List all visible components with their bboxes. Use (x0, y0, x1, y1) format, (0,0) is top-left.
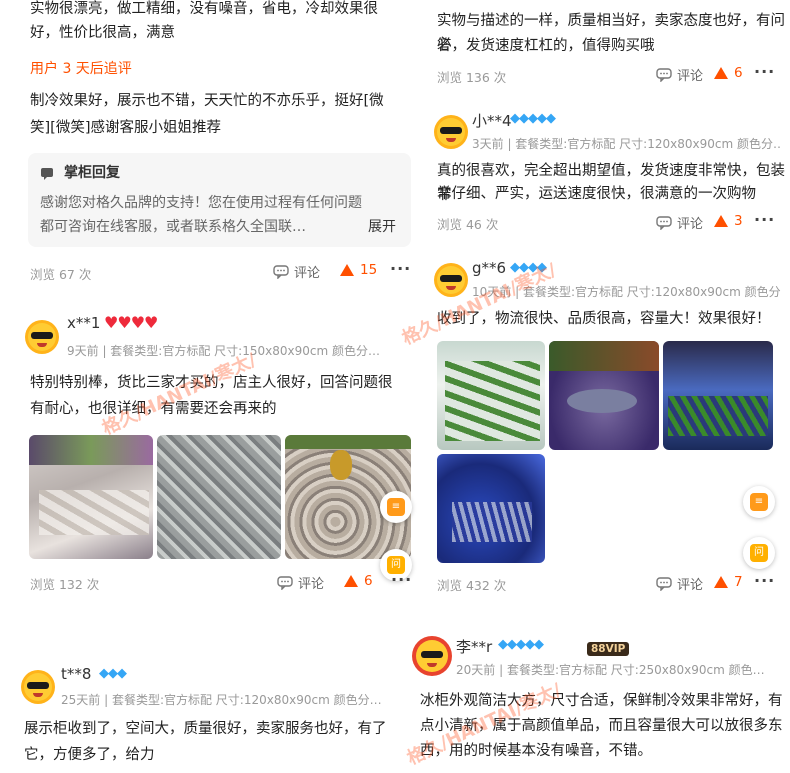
seller-reply-box: 掌柜回复 感谢您对格久品牌的支持！您在使用过程有任何问题 都可咨询在线客服，或者… (28, 153, 411, 247)
reviewer-nickname[interactable]: 小**4 (472, 110, 512, 131)
review-text: 实物很漂亮，做工精细，没有噪音，省电，冷却效果很 (30, 1, 378, 17)
review-text: 展示柜收到了，空间大，质量很好，卖家服务也好，有了 (24, 721, 387, 737)
avatar[interactable] (434, 263, 468, 297)
review-meta: 3天前 | 套餐类型:官方标配 尺寸:120x80x90cm 颜色分… (472, 137, 782, 151)
more-options-button[interactable]: ··· (390, 259, 411, 278)
review-photo[interactable] (437, 341, 545, 450)
review-text: 有耐心，也很详细，有需要还会再来的 (30, 401, 277, 417)
reviewer-nickname[interactable]: 李**r (456, 636, 492, 657)
review-photo[interactable] (549, 341, 659, 450)
comment-button[interactable]: 评论 (277, 573, 324, 592)
comment-button[interactable]: 评论 (656, 65, 703, 84)
avatar[interactable] (21, 670, 55, 704)
comment-icon (273, 264, 289, 279)
comment-label: 评论 (294, 266, 321, 281)
like-count: 15 (360, 262, 378, 278)
review-text: 常仔细、严实，运送速度很快，很满意的一次购物 (437, 186, 756, 202)
upvote-triangle-icon (344, 575, 358, 587)
review-text: 西，用的时候基本没有噪音，不错。 (420, 743, 652, 759)
share-float-button[interactable]: ≡ (743, 486, 775, 518)
comment-icon (656, 576, 672, 591)
level-diamonds-badge: ◆◆◆◆◆ (510, 111, 556, 126)
share-float-button[interactable]: ≡ (380, 491, 412, 523)
like-button[interactable]: 7 (714, 574, 743, 590)
reply-text: 感谢您对格久品牌的支持！您在使用过程有任何问题 (40, 195, 362, 211)
level-hearts-badge: ♥♥♥♥ (104, 313, 158, 332)
like-count: 7 (734, 574, 743, 590)
avatar[interactable] (25, 320, 59, 354)
review-text: 特别特别棒，货比三家才买的，店主人很好，回答问题很 (30, 375, 393, 391)
comment-button[interactable]: 评论 (656, 213, 703, 232)
review-text: 收到了，物流很快、品质很高，容量大！效果很好！ (437, 311, 771, 327)
review-text: 点小清新，属于高颜值单品，而且容量很大可以放很多东 (420, 718, 783, 734)
view-count: 浏览 67 次 (30, 267, 92, 282)
view-count: 浏览 46 次 (437, 217, 499, 232)
review-meta: 20天前 | 套餐类型:官方标配 尺寸:250x80x90cm 颜色… (456, 663, 765, 677)
like-count: 6 (734, 65, 743, 81)
vip-badge: 88VIP (587, 638, 630, 657)
comment-label: 评论 (677, 578, 704, 593)
level-diamonds-badge: ◆◆◆◆ (510, 260, 547, 275)
review-photo[interactable] (29, 435, 153, 559)
comment-icon (656, 215, 672, 230)
level-diamonds-badge: ◆◆◆◆◆ (498, 637, 544, 652)
view-count: 浏览 432 次 (437, 578, 507, 593)
like-button[interactable]: 6 (344, 573, 373, 589)
upvote-triangle-icon (714, 576, 728, 588)
more-options-button[interactable]: ··· (754, 62, 775, 81)
review-meta: 10天前 | 套餐类型:官方标配 尺寸:120x80x90cm 颜色分… (472, 285, 782, 299)
view-count: 浏览 136 次 (437, 70, 507, 85)
like-count: 3 (734, 213, 743, 229)
review-text: 它，方便多了，给力 (24, 747, 155, 763)
like-count: 6 (364, 573, 373, 589)
upvote-triangle-icon (340, 264, 354, 276)
comment-button[interactable]: 评论 (273, 262, 320, 281)
ask-float-button[interactable]: 问 (743, 537, 775, 569)
reply-title: 掌柜回复 (64, 165, 120, 181)
review-meta: 25天前 | 套餐类型:官方标配 尺寸:120x80x90cm 颜色分… (61, 693, 382, 707)
followup-label: 用户 3 天后追评 (30, 61, 132, 77)
avatar[interactable] (412, 636, 452, 676)
review-text: 答，发货速度杠杠的，值得购买哦 (437, 38, 655, 54)
share-icon: ≡ (750, 493, 768, 511)
avatar[interactable] (434, 115, 468, 149)
level-diamonds-badge: ◆◆◆ (99, 666, 127, 681)
like-button[interactable]: 6 (714, 65, 743, 81)
comment-label: 评论 (677, 217, 704, 232)
comment-button[interactable]: 评论 (656, 574, 703, 593)
review-photo[interactable] (663, 341, 773, 450)
review-photo[interactable] (437, 454, 545, 563)
share-icon: ≡ (387, 498, 405, 516)
review-photo[interactable] (157, 435, 281, 559)
followup-text: 制冷效果好，展示也不错，天天忙的不亦乐乎，挺好[微 (30, 93, 384, 109)
comment-icon (277, 575, 293, 590)
comment-icon (656, 67, 672, 82)
reviewer-nickname[interactable]: t**8 (61, 665, 91, 683)
upvote-triangle-icon (714, 67, 728, 79)
review-text: 冰柜外观简洁大方，尺寸合适，保鲜制冷效果非常好，有 (420, 693, 783, 709)
view-count: 浏览 132 次 (30, 577, 100, 592)
like-button[interactable]: 15 (340, 262, 377, 278)
more-options-button[interactable]: ··· (754, 571, 775, 590)
reviewer-nickname[interactable]: x**1 (67, 314, 100, 332)
more-options-button[interactable]: ··· (754, 210, 775, 229)
reply-icon (40, 166, 54, 180)
review-meta: 9天前 | 套餐类型:官方标配 尺寸:150x80x90cm 颜色分… (67, 344, 380, 358)
review-text: 好，性价比很高，满意 (30, 25, 175, 41)
upvote-triangle-icon (714, 215, 728, 227)
comment-label: 评论 (298, 577, 325, 592)
expand-button[interactable]: 展开 (368, 215, 396, 239)
reviewer-nickname[interactable]: g**6 (472, 259, 506, 277)
comment-label: 评论 (677, 69, 704, 84)
followup-text: 笑][微笑]感谢客服小姐姐推荐 (30, 120, 221, 136)
ask-icon: 问 (750, 544, 768, 562)
more-options-button[interactable]: ··· (391, 570, 412, 589)
reply-text: 都可咨询在线客服，或者联系格久全国联… (40, 219, 306, 235)
like-button[interactable]: 3 (714, 213, 743, 229)
